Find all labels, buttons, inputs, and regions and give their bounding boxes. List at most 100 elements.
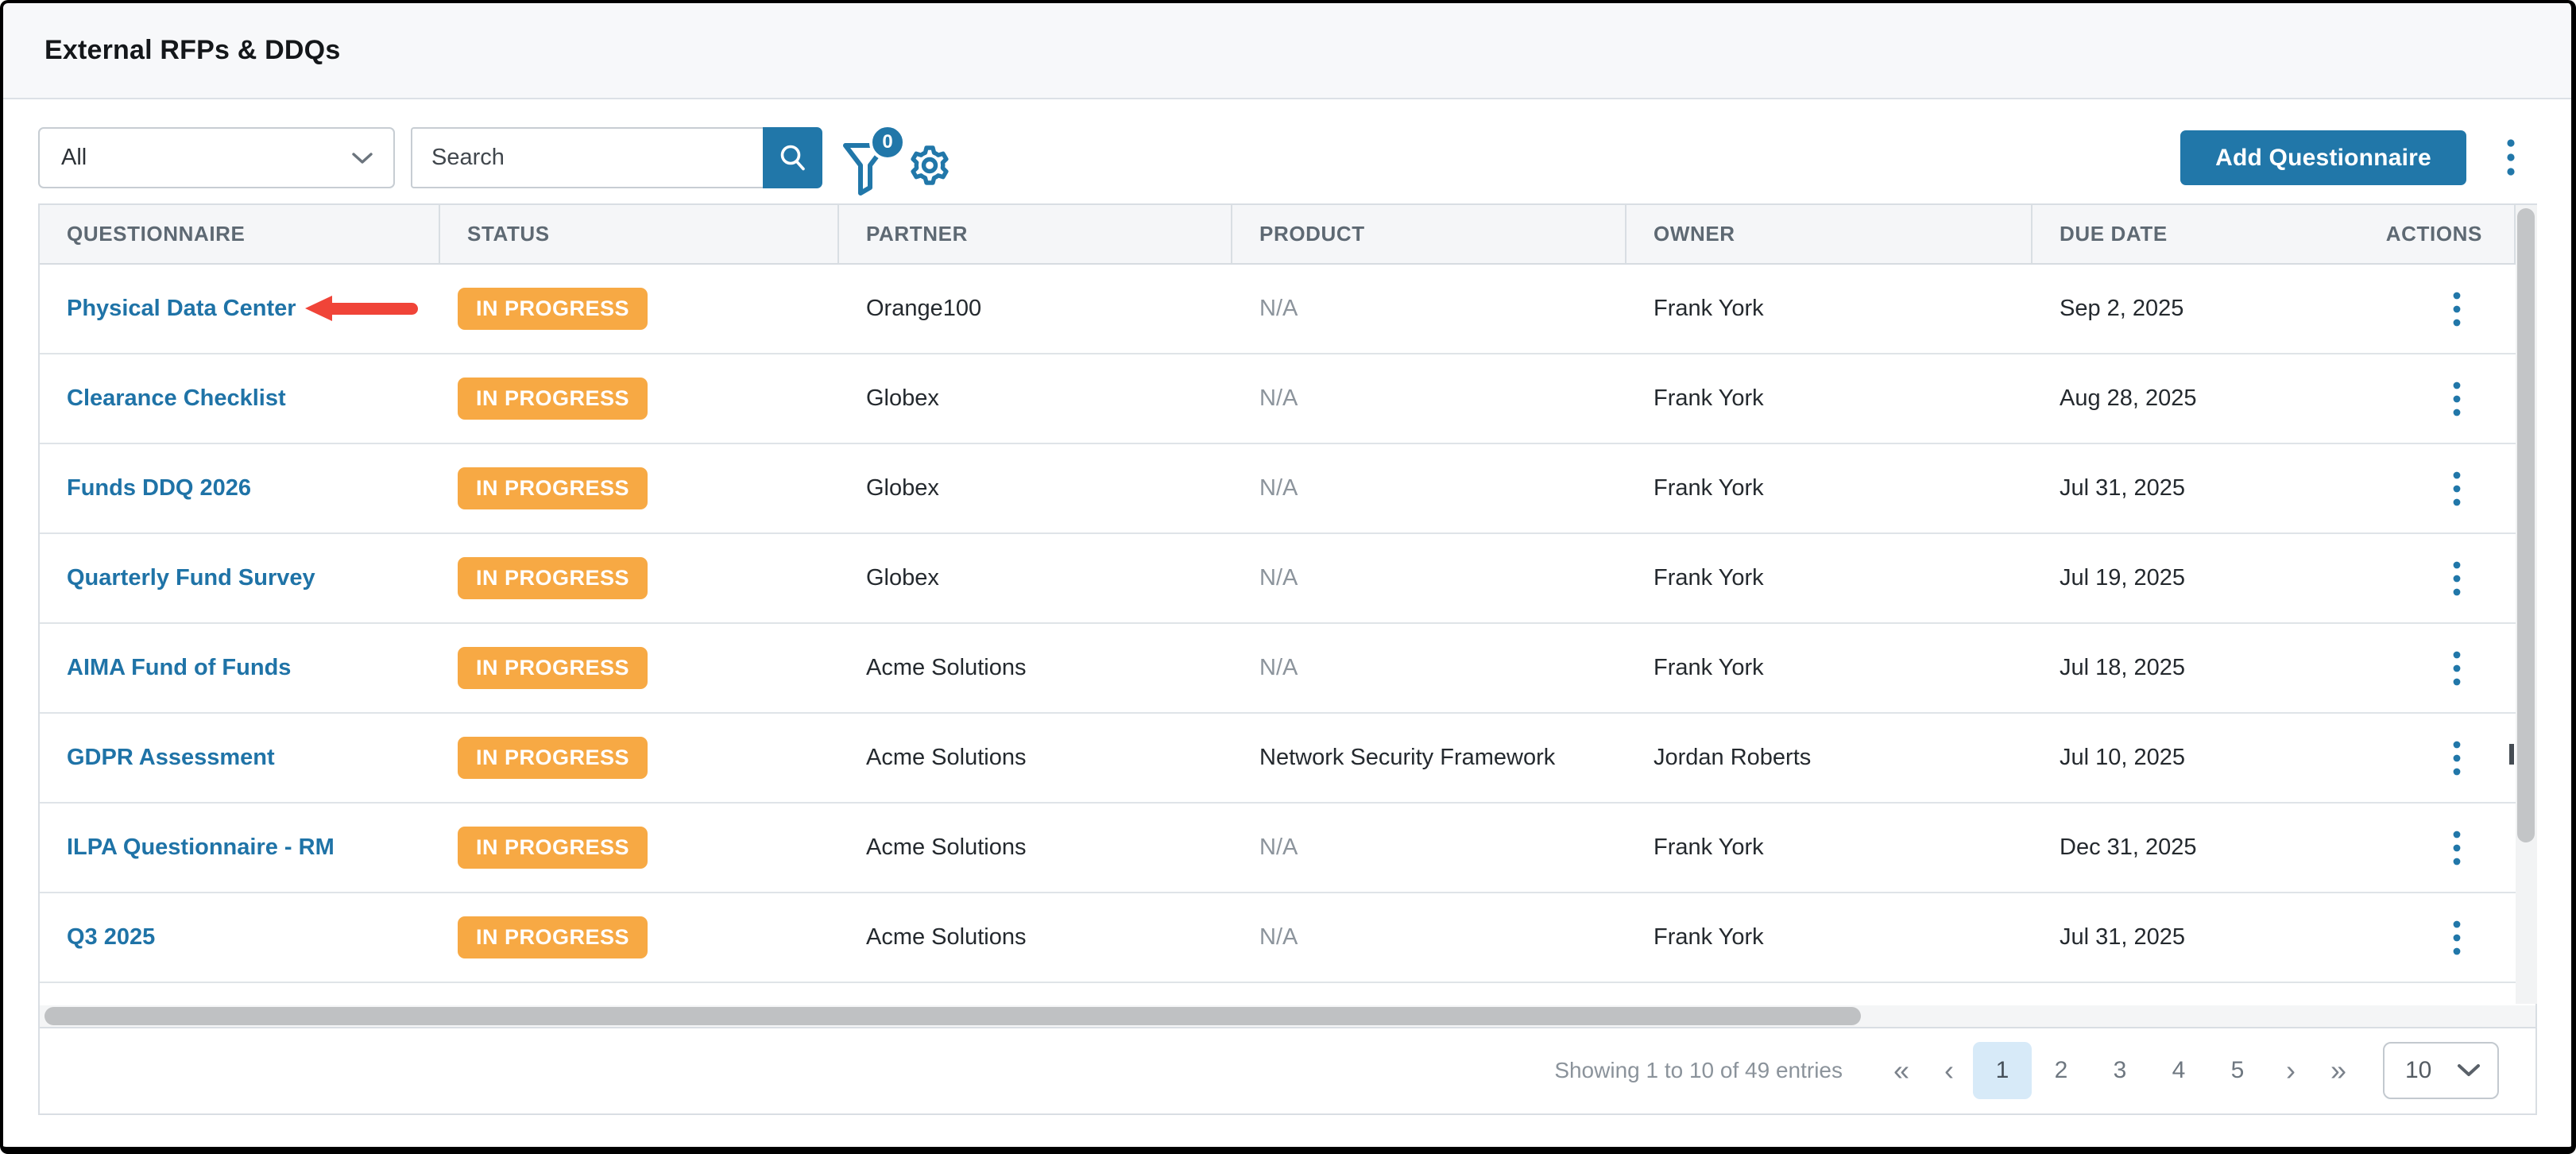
partial-next-row bbox=[40, 983, 2535, 1005]
filter-type-value: All bbox=[61, 145, 87, 171]
horizontal-scrollbar[interactable] bbox=[40, 1005, 2535, 1027]
kebab-vertical-icon bbox=[2452, 381, 2462, 416]
table-row: Q3 2025 IN PROGRESS Acme Solutions N/A F… bbox=[40, 893, 2535, 983]
last-page-button[interactable]: » bbox=[2315, 1042, 2362, 1099]
column-header-questionnaire[interactable]: QUESTIONNAIRE bbox=[40, 205, 440, 263]
cell-partner: Globex bbox=[839, 354, 1232, 443]
cell-status: IN PROGRESS bbox=[440, 893, 839, 982]
cell-partner: Acme Solutions bbox=[839, 893, 1232, 982]
questionnaire-link[interactable]: Funds DDQ 2026 bbox=[67, 475, 251, 501]
cell-due-date: Jul 10, 2025 bbox=[2033, 714, 2290, 802]
row-actions-kebab-button[interactable] bbox=[2452, 468, 2463, 509]
row-actions-kebab-button[interactable] bbox=[2452, 738, 2463, 779]
cell-owner: Frank York bbox=[1626, 444, 2033, 532]
row-actions-kebab-button[interactable] bbox=[2452, 558, 2463, 599]
cell-status: IN PROGRESS bbox=[440, 624, 839, 712]
cell-owner: Frank York bbox=[1626, 804, 2033, 892]
cell-product: N/A bbox=[1232, 804, 1626, 892]
cell-actions bbox=[2290, 804, 2514, 892]
cell-product: N/A bbox=[1232, 265, 1626, 353]
cell-due-date: Jul 19, 2025 bbox=[2033, 534, 2290, 622]
table-row: GDPR Assessment IN PROGRESS Acme Solutio… bbox=[40, 714, 2535, 804]
questionnaire-link[interactable]: Clearance Checklist bbox=[67, 385, 286, 412]
prev-page-button[interactable]: ‹ bbox=[1925, 1042, 1973, 1099]
column-header-status[interactable]: STATUS bbox=[440, 205, 839, 263]
page-button-4[interactable]: 4 bbox=[2149, 1042, 2208, 1099]
page-button-3[interactable]: 3 bbox=[2091, 1042, 2149, 1099]
cell-partner: Acme Solutions bbox=[839, 624, 1232, 712]
first-page-button[interactable]: « bbox=[1878, 1042, 1925, 1099]
filter-count-badge: 0 bbox=[869, 124, 906, 161]
kebab-vertical-icon bbox=[2452, 471, 2462, 506]
clipped-cell-sliver bbox=[2509, 744, 2514, 765]
cell-partner: Orange100 bbox=[839, 265, 1232, 353]
column-header-owner[interactable]: OWNER bbox=[1626, 205, 2033, 263]
cell-product: N/A bbox=[1232, 354, 1626, 443]
page-size-select[interactable]: 10 bbox=[2383, 1042, 2499, 1099]
column-header-actions: ACTIONS bbox=[2290, 205, 2514, 263]
filter-type-select[interactable]: All bbox=[38, 127, 395, 188]
cell-questionnaire: Funds DDQ 2026 bbox=[40, 444, 440, 532]
status-badge: IN PROGRESS bbox=[458, 467, 648, 509]
search-button[interactable] bbox=[763, 127, 822, 188]
column-header-partner[interactable]: PARTNER bbox=[839, 205, 1232, 263]
cell-owner: Jordan Roberts bbox=[1626, 714, 2033, 802]
vertical-scrollbar[interactable] bbox=[2516, 205, 2537, 1004]
row-actions-kebab-button[interactable] bbox=[2452, 648, 2463, 689]
row-actions-kebab-button[interactable] bbox=[2452, 917, 2463, 958]
questionnaire-link[interactable]: Quarterly Fund Survey bbox=[67, 565, 315, 591]
page-button-2[interactable]: 2 bbox=[2032, 1042, 2091, 1099]
pagination-bar: Showing 1 to 10 of 49 entries « ‹ 12345 … bbox=[40, 1028, 2535, 1113]
table-header-row: QUESTIONNAIRE STATUS PARTNER PRODUCT OWN… bbox=[40, 205, 2535, 265]
cell-due-date: Jul 18, 2025 bbox=[2033, 624, 2290, 712]
page-kebab-menu-button[interactable] bbox=[2495, 134, 2527, 181]
cell-owner: Frank York bbox=[1626, 534, 2033, 622]
settings-button[interactable] bbox=[907, 143, 952, 188]
cell-actions bbox=[2290, 265, 2514, 353]
questionnaire-link[interactable]: AIMA Fund of Funds bbox=[67, 655, 291, 681]
kebab-vertical-icon bbox=[2452, 741, 2462, 776]
search-icon bbox=[777, 142, 809, 174]
kebab-vertical-icon bbox=[2452, 561, 2462, 596]
cell-due-date: Jul 31, 2025 bbox=[2033, 893, 2290, 982]
row-actions-kebab-button[interactable] bbox=[2452, 827, 2463, 869]
column-header-due-date[interactable]: DUE DATE bbox=[2033, 205, 2290, 263]
table-row: Clearance Checklist IN PROGRESS Globex N… bbox=[40, 354, 2535, 444]
status-badge: IN PROGRESS bbox=[458, 557, 648, 599]
cell-actions bbox=[2290, 893, 2514, 982]
cell-status: IN PROGRESS bbox=[440, 354, 839, 443]
status-badge: IN PROGRESS bbox=[458, 378, 648, 420]
next-page-button[interactable]: › bbox=[2267, 1042, 2315, 1099]
status-badge: IN PROGRESS bbox=[458, 288, 648, 330]
search-input[interactable] bbox=[411, 127, 763, 188]
questionnaire-table-card: QUESTIONNAIRE STATUS PARTNER PRODUCT OWN… bbox=[38, 203, 2537, 1115]
cell-partner: Globex bbox=[839, 534, 1232, 622]
cell-status: IN PROGRESS bbox=[440, 804, 839, 892]
page-button-1[interactable]: 1 bbox=[1973, 1042, 2032, 1099]
table-row: AIMA Fund of Funds IN PROGRESS Acme Solu… bbox=[40, 624, 2535, 714]
page-number-group: 12345 bbox=[1973, 1042, 2267, 1099]
vertical-scrollbar-thumb[interactable] bbox=[2517, 208, 2535, 842]
cell-questionnaire: GDPR Assessment bbox=[40, 714, 440, 802]
questionnaire-link[interactable]: ILPA Questionnaire - RM bbox=[67, 835, 335, 861]
cell-actions bbox=[2290, 354, 2514, 443]
page-button-5[interactable]: 5 bbox=[2208, 1042, 2267, 1099]
horizontal-scrollbar-thumb[interactable] bbox=[44, 1007, 1861, 1025]
add-questionnaire-button[interactable]: Add Questionnaire bbox=[2180, 130, 2466, 185]
cell-product: Network Security Framework bbox=[1232, 714, 1626, 802]
questionnaire-link[interactable]: Physical Data Center bbox=[67, 296, 296, 322]
questionnaire-link[interactable]: Q3 2025 bbox=[67, 924, 155, 951]
gear-icon bbox=[907, 143, 952, 188]
cell-product: N/A bbox=[1232, 444, 1626, 532]
status-badge: IN PROGRESS bbox=[458, 737, 648, 779]
row-actions-kebab-button[interactable] bbox=[2452, 288, 2463, 330]
cell-questionnaire: ILPA Questionnaire - RM bbox=[40, 804, 440, 892]
cell-actions bbox=[2290, 534, 2514, 622]
cell-questionnaire: Clearance Checklist bbox=[40, 354, 440, 443]
questionnaire-link[interactable]: GDPR Assessment bbox=[67, 745, 275, 771]
cell-due-date: Jul 31, 2025 bbox=[2033, 444, 2290, 532]
table-row: Physical Data Center IN PROGRESS Orange1… bbox=[40, 265, 2535, 354]
filter-count-value: 0 bbox=[882, 131, 892, 153]
row-actions-kebab-button[interactable] bbox=[2452, 378, 2463, 420]
column-header-product[interactable]: PRODUCT bbox=[1232, 205, 1626, 263]
